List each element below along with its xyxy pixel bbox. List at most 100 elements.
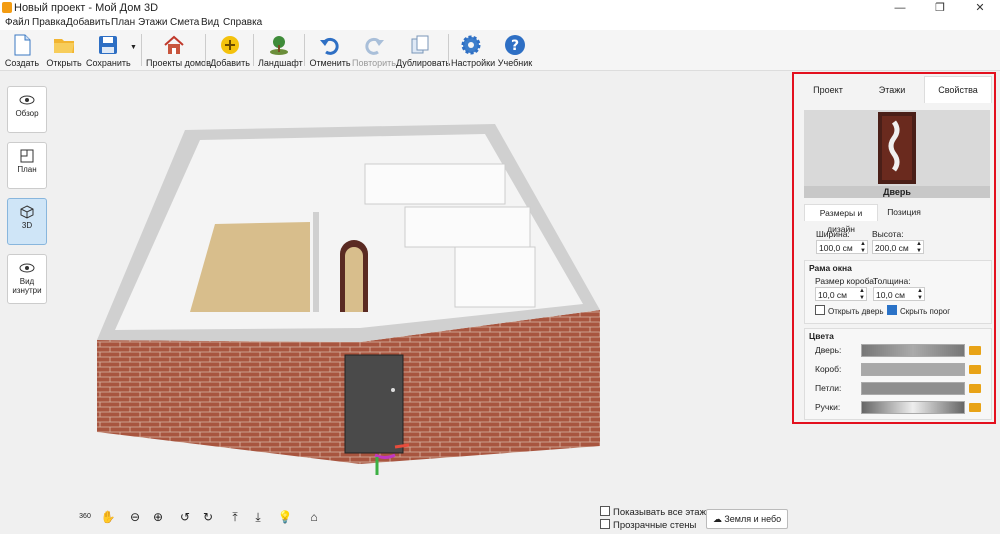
tilt-down-icon[interactable]: ⤓ [249,508,267,526]
view-3d-button[interactable]: 3D [7,198,47,245]
transparent-walls-checkbox[interactable]: Прозрачные стены [600,519,696,531]
move-x-gizmo-icon[interactable] [394,443,410,449]
window-title: Новый проект - Мой Дом 3D [14,2,159,14]
front-left-brick-wall [97,340,360,464]
panel-tabs: Проект Этажи Свойства [794,74,994,104]
light-bulb-icon[interactable]: 💡 [276,508,294,526]
menu-plan[interactable]: План [111,16,135,30]
frame-size-stepper[interactable]: 10,0 см ▲ ▼ [815,287,867,301]
stepper-arrows-icon[interactable]: ▲ ▼ [859,288,865,302]
folder-open-icon [54,39,74,53]
menu-edit[interactable]: Правка [32,16,66,30]
open-button[interactable]: Открыть [44,30,84,70]
undo-button[interactable]: Отменить [309,30,351,70]
rotate-360-icon[interactable]: 360 [76,508,94,526]
color-handles-label: Ручки: [815,402,841,412]
frame-color-swatch[interactable] [861,363,965,376]
show-all-floors-checkbox[interactable]: Показывать все этажи [600,506,711,518]
rotate-left-icon[interactable]: ↺ [176,508,194,526]
checkbox-box[interactable] [600,506,610,516]
svg-text:?: ? [511,38,519,54]
new-document-icon [14,34,31,56]
help-question-icon: ? [505,35,525,55]
folder-icon[interactable] [969,403,981,412]
menu-file[interactable]: Файл [5,16,30,30]
create-button[interactable]: Создать [4,30,40,70]
thickness-label: Толщина: [873,276,911,286]
hide-threshold-checkbox[interactable]: Скрыть порог [887,305,950,316]
stepper-arrows-icon[interactable]: ▲ ▼ [916,241,922,255]
stepper-arrows-icon[interactable]: ▲ ▼ [917,288,923,302]
colors-section: Цвета Дверь: Короб: Петли: Ручки: [804,328,992,420]
front-door[interactable] [344,354,404,454]
redo-button[interactable]: Повторить [352,30,396,70]
checkbox-box[interactable] [815,305,825,315]
tab-size-design[interactable]: Размеры и дизайн [804,204,878,234]
view-inside-button[interactable]: Вид изнутри [7,254,47,304]
height-stepper[interactable]: 200,0 см ▲ ▼ [872,240,924,254]
tab-project[interactable]: Проект [798,80,858,100]
toolbar-separator [304,34,305,66]
house-projects-button[interactable]: Проекты домов [146,30,211,70]
pan-hand-icon[interactable]: ✋ [99,508,117,526]
tilt-up-icon[interactable]: ⤒ [226,508,244,526]
landscape-button[interactable]: Ландшафт [258,30,303,70]
thickness-stepper[interactable]: 10,0 см ▲ ▼ [873,287,925,301]
cube-icon [20,205,34,219]
3d-viewport[interactable] [55,72,792,534]
folder-icon[interactable] [969,346,981,355]
toolbar-separator [253,34,254,66]
interior-room [454,246,536,308]
menu-help[interactable]: Справка [223,16,262,30]
tab-properties[interactable]: Свойства [924,76,992,103]
close-button[interactable]: ✕ [960,0,1000,16]
duplicate-icon [411,35,429,54]
checkbox-checked-box[interactable] [887,305,897,315]
home-icon[interactable]: ⌂ [305,508,323,526]
house-3d-model[interactable] [55,72,792,502]
tab-position[interactable]: Позиция [880,204,928,220]
duplicate-button[interactable]: Дублировать [396,30,450,70]
colors-section-title: Цвета [809,331,834,341]
door-handle [391,388,395,392]
save-dropdown-arrow-icon[interactable]: ▼ [130,44,137,51]
toolbar-separator [141,34,142,66]
height-label: Высота: [872,229,904,239]
stepper-arrows-icon[interactable]: ▲ ▼ [860,241,866,255]
menu-estimate[interactable]: Смета [170,16,199,30]
minimize-button[interactable]: — [880,0,920,16]
zoom-in-icon[interactable]: ⊕ [149,508,167,526]
door-color-swatch[interactable] [861,344,965,357]
viewport-toolbar: 360 ✋ ⊖ ⊕ ↺ ↻ ⤒ ⤓ 💡 ⌂ Показывать все эта… [55,505,792,534]
hinges-color-swatch[interactable] [861,382,965,395]
handles-color-swatch[interactable] [861,401,965,414]
property-subtabs: Размеры и дизайн Позиция [804,204,990,234]
maximize-button[interactable]: ❐ [920,0,960,16]
menu-floors[interactable]: Этажи [138,16,168,30]
zoom-out-icon[interactable]: ⊖ [126,508,144,526]
menu-add[interactable]: Добавить [66,16,110,30]
toolbar-separator [205,34,206,66]
eye-icon [19,263,35,273]
save-button[interactable]: Сохранить [86,30,131,70]
checkbox-box[interactable] [600,519,610,529]
view-overview-button[interactable]: Обзор [7,86,47,133]
tab-floors[interactable]: Этажи [860,80,924,100]
open-door-checkbox[interactable]: Открыть дверь [815,305,884,316]
undo-arrow-icon [320,37,339,55]
ground-and-sky-button[interactable]: ☁ Земля и небо [706,509,788,529]
tutorial-button[interactable]: ? Учебник [496,30,534,70]
view-plan-button[interactable]: План [7,142,47,189]
rotate-right-icon[interactable]: ↻ [199,508,217,526]
folder-icon[interactable] [969,365,981,374]
frame-section: Рама окна Размер короба: Толщина: 10,0 с… [804,260,992,324]
plus-circle-icon [221,36,239,54]
folder-icon[interactable] [969,384,981,393]
redo-arrow-icon [365,37,384,55]
partition-wall [313,212,319,312]
menu-view[interactable]: Вид [201,16,219,30]
menu-bar: Файл Правка Добавить План Этажи Смета Ви… [0,16,1000,30]
width-stepper[interactable]: 100,0 см ▲ ▼ [816,240,868,254]
add-button[interactable]: Добавить [210,30,250,70]
settings-button[interactable]: Настройки [451,30,495,70]
